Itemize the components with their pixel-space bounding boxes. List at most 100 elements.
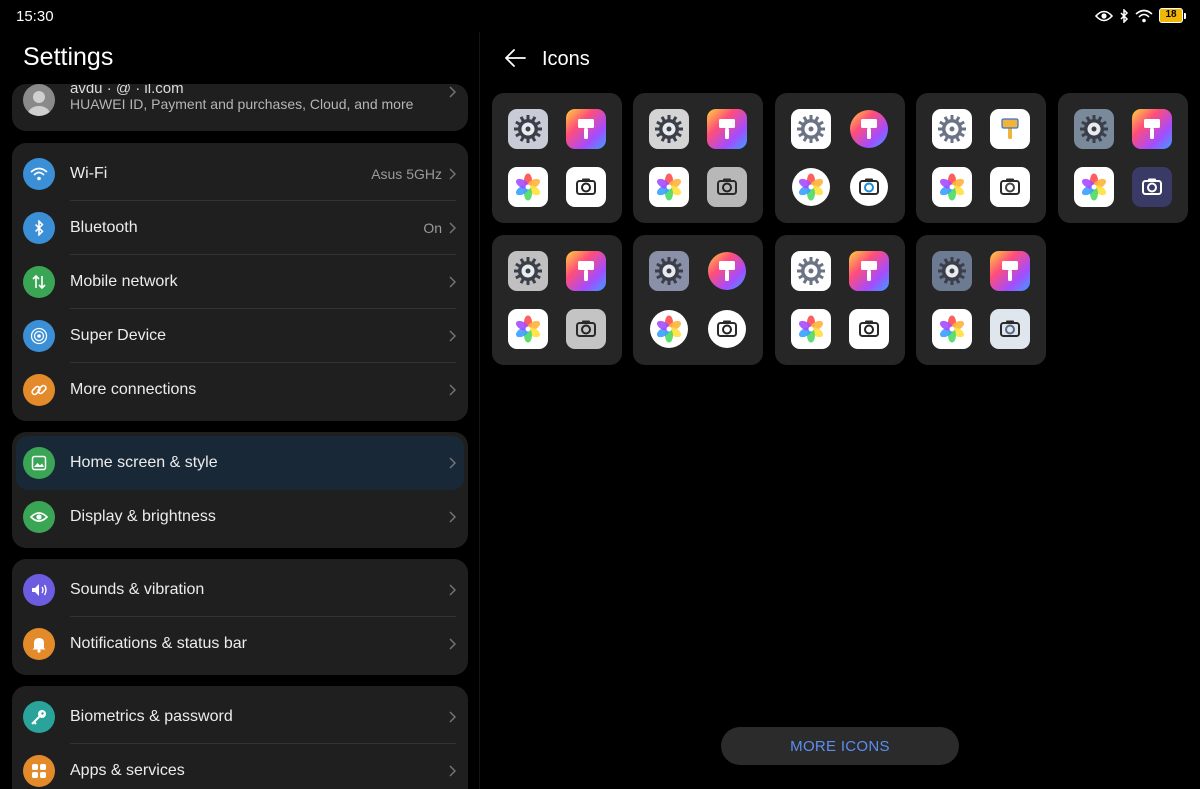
icon-theme-tile[interactable] bbox=[775, 235, 905, 365]
eye-icon bbox=[1095, 9, 1113, 23]
settings-app-icon bbox=[508, 109, 548, 149]
settings-item-more-connections[interactable]: More connections bbox=[12, 363, 468, 417]
settings-app-icon bbox=[932, 109, 972, 149]
photos-app-icon bbox=[649, 309, 689, 349]
settings-item-value: Asus 5GHz bbox=[371, 166, 442, 182]
photos-app-icon bbox=[508, 309, 548, 349]
speaker-icon bbox=[23, 574, 55, 606]
theme-brush-app-icon bbox=[849, 109, 889, 149]
settings-app-icon bbox=[649, 251, 689, 291]
bell-icon bbox=[23, 628, 55, 660]
chevron-right-icon bbox=[449, 222, 456, 234]
settings-item-label: Wi-Fi bbox=[70, 165, 108, 182]
settings-item-label: Home screen & style bbox=[70, 454, 218, 471]
theme-brush-app-icon bbox=[849, 251, 889, 291]
page-title: Settings bbox=[23, 43, 114, 71]
photos-app-icon bbox=[649, 167, 689, 207]
more-icons-button[interactable]: MORE ICONS bbox=[721, 727, 959, 765]
camera-app-icon bbox=[990, 309, 1030, 349]
settings-item-display-brightness[interactable]: Display & brightness bbox=[12, 490, 468, 544]
settings-item-sounds-vibration[interactable]: Sounds & vibration bbox=[12, 563, 468, 617]
camera-app-icon bbox=[849, 167, 889, 207]
settings-app-icon bbox=[649, 109, 689, 149]
theme-brush-app-icon bbox=[707, 251, 747, 291]
camera-app-icon bbox=[849, 309, 889, 349]
camera-app-icon bbox=[707, 309, 747, 349]
settings-app-icon bbox=[791, 109, 831, 149]
wifi-icon bbox=[1135, 9, 1153, 23]
chevron-right-icon bbox=[449, 711, 456, 723]
back-arrow-icon[interactable] bbox=[504, 48, 526, 68]
chevron-right-icon bbox=[449, 765, 456, 777]
key-icon bbox=[23, 701, 55, 733]
camera-app-icon bbox=[990, 167, 1030, 207]
settings-item-label: Mobile network bbox=[70, 273, 178, 290]
settings-group: Biometrics & password Apps & services bbox=[12, 686, 468, 789]
settings-item-wi-fi[interactable]: Wi-Fi Asus 5GHz bbox=[12, 147, 468, 201]
settings-app-icon bbox=[932, 251, 972, 291]
theme-brush-app-icon bbox=[1132, 109, 1172, 149]
theme-brush-app-icon bbox=[707, 109, 747, 149]
theme-brush-app-icon bbox=[566, 109, 606, 149]
photos-app-icon bbox=[508, 167, 548, 207]
camera-app-icon bbox=[1132, 167, 1172, 207]
page-title-icons: Icons bbox=[542, 48, 590, 70]
settings-pane: Settings avdu · @ · il.com HUAWEI ID, Pa… bbox=[0, 32, 480, 789]
settings-item-super-device[interactable]: Super Device bbox=[12, 309, 468, 363]
icon-theme-tile[interactable] bbox=[633, 93, 763, 223]
image-icon bbox=[23, 447, 55, 479]
photos-app-icon bbox=[932, 309, 972, 349]
bluetooth-icon bbox=[23, 212, 55, 244]
settings-item-value: On bbox=[423, 220, 442, 236]
theme-brush-app-icon bbox=[990, 109, 1030, 149]
settings-app-icon bbox=[791, 251, 831, 291]
bluetooth-icon bbox=[1119, 8, 1129, 23]
icons-pane: Icons MORE ICONS bbox=[480, 32, 1200, 789]
battery-indicator: 18 bbox=[1159, 8, 1186, 23]
icon-theme-tile[interactable] bbox=[633, 235, 763, 365]
settings-item-biometrics-password[interactable]: Biometrics & password bbox=[12, 690, 468, 744]
camera-app-icon bbox=[707, 167, 747, 207]
icon-theme-tile[interactable] bbox=[492, 235, 622, 365]
photos-app-icon bbox=[791, 309, 831, 349]
link-icon bbox=[23, 374, 55, 406]
settings-item-label: More connections bbox=[70, 381, 197, 398]
settings-item-notifications-status-bar[interactable]: Notifications & status bar bbox=[12, 617, 468, 671]
icon-theme-tile[interactable] bbox=[492, 93, 622, 223]
icon-theme-tile[interactable] bbox=[775, 93, 905, 223]
camera-app-icon bbox=[566, 309, 606, 349]
chevron-right-icon bbox=[449, 584, 456, 596]
photos-app-icon bbox=[932, 167, 972, 207]
settings-app-icon bbox=[1074, 109, 1114, 149]
chevron-right-icon bbox=[449, 638, 456, 650]
settings-item-apps-services[interactable]: Apps & services bbox=[12, 744, 468, 789]
settings-item-mobile-network[interactable]: Mobile network bbox=[12, 255, 468, 309]
settings-item-label: Biometrics & password bbox=[70, 708, 233, 725]
theme-brush-app-icon bbox=[990, 251, 1030, 291]
chevron-right-icon bbox=[449, 457, 456, 469]
avatar bbox=[23, 84, 55, 116]
mobile-network-icon bbox=[23, 266, 55, 298]
settings-item-label: Apps & services bbox=[70, 762, 185, 779]
settings-item-label: Bluetooth bbox=[70, 219, 138, 236]
apps-grid-icon bbox=[23, 755, 55, 787]
status-icons: 18 bbox=[1095, 8, 1186, 23]
theme-brush-app-icon bbox=[566, 251, 606, 291]
settings-item-home-screen-style[interactable]: Home screen & style bbox=[16, 436, 464, 490]
icon-theme-tile[interactable] bbox=[916, 235, 1046, 365]
settings-item-label: Display & brightness bbox=[70, 508, 216, 525]
icon-theme-tile[interactable] bbox=[1058, 93, 1188, 223]
settings-item-label: Super Device bbox=[70, 327, 167, 344]
photos-app-icon bbox=[791, 167, 831, 207]
settings-group: Sounds & vibration Notifications & status… bbox=[12, 559, 468, 675]
icon-theme-tile[interactable] bbox=[916, 93, 1046, 223]
account-card[interactable]: avdu · @ · il.com HUAWEI ID, Payment and… bbox=[12, 84, 468, 131]
chevron-right-icon bbox=[449, 511, 456, 523]
battery-level: 18 bbox=[1165, 9, 1177, 20]
settings-item-bluetooth[interactable]: Bluetooth On bbox=[12, 201, 468, 255]
settings-item-label: Sounds & vibration bbox=[70, 581, 205, 598]
settings-group: Wi-Fi Asus 5GHz Bluetooth On Mobile network S… bbox=[12, 143, 468, 421]
eye-icon bbox=[23, 501, 55, 533]
account-subtitle: HUAWEI ID, Payment and purchases, Cloud,… bbox=[70, 96, 414, 112]
wifi-icon bbox=[23, 158, 55, 190]
